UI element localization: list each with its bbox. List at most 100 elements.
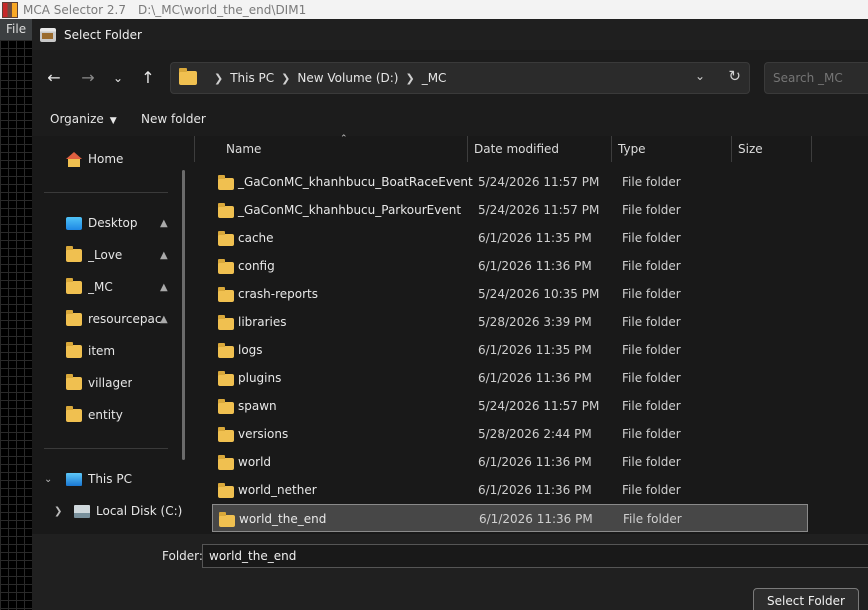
nav-this-pc[interactable]: ⌄ This PC bbox=[32, 464, 180, 494]
home-icon bbox=[66, 151, 82, 167]
nav-quick-desktop[interactable]: Desktop ▲ bbox=[32, 208, 180, 238]
table-row[interactable]: crash-reports 5/24/2026 10:35 PM File fo… bbox=[212, 280, 808, 308]
search-input[interactable] bbox=[764, 62, 868, 94]
app-logo-icon bbox=[2, 1, 18, 18]
table-row[interactable]: versions 5/28/2026 2:44 PM File folder bbox=[212, 420, 808, 448]
nav-local-disk[interactable]: ❯ Local Disk (C:) bbox=[32, 496, 194, 526]
caret-down-icon: ▼ bbox=[109, 116, 117, 126]
file-date: 5/24/2026 11:57 PM bbox=[478, 175, 600, 189]
nav-quick-villager[interactable]: villager bbox=[32, 368, 180, 398]
file-date: 6/1/2026 11:36 PM bbox=[478, 371, 592, 385]
column-header-date[interactable]: Date modified bbox=[474, 136, 559, 162]
column-divider[interactable] bbox=[731, 136, 732, 162]
file-date: 6/1/2026 11:36 PM bbox=[478, 455, 592, 469]
file-name: plugins bbox=[238, 371, 282, 385]
file-name: logs bbox=[238, 343, 263, 357]
nav-quick-resourcepack[interactable]: resourcepack: ▲ bbox=[32, 304, 180, 334]
forward-button[interactable]: → bbox=[74, 64, 102, 92]
organize-button[interactable]: Organize ▼ bbox=[50, 112, 117, 126]
nav-quick-entity[interactable]: entity bbox=[32, 400, 180, 430]
file-type: File folder bbox=[622, 455, 681, 469]
breadcrumb-this-pc[interactable]: This PC bbox=[230, 71, 274, 85]
file-date: 5/24/2026 11:57 PM bbox=[478, 203, 600, 217]
folder-icon bbox=[218, 203, 234, 218]
address-bar[interactable]: ❯ This PC ❯ New Volume (D:) ❯ _MC ⌄ ↻ bbox=[170, 62, 750, 94]
file-type: File folder bbox=[622, 203, 681, 217]
folder-icon bbox=[219, 512, 235, 527]
breadcrumb-mc[interactable]: _MC bbox=[422, 71, 447, 85]
table-row-selected[interactable]: world_the_end 6/1/2026 11:36 PM File fol… bbox=[212, 504, 808, 532]
table-row[interactable]: world 6/1/2026 11:36 PM File folder bbox=[212, 448, 808, 476]
breadcrumb-new-volume[interactable]: New Volume (D:) bbox=[297, 71, 398, 85]
file-name: libraries bbox=[238, 315, 287, 329]
folder-icon bbox=[218, 399, 234, 414]
folder-icon bbox=[218, 231, 234, 246]
folder-icon bbox=[218, 287, 234, 302]
table-row[interactable]: spawn 5/24/2026 11:57 PM File folder bbox=[212, 392, 808, 420]
map-canvas[interactable] bbox=[0, 40, 32, 610]
file-date: 6/1/2026 11:36 PM bbox=[478, 483, 592, 497]
nav-scrollbar[interactable] bbox=[182, 170, 185, 460]
column-header-type[interactable]: Type bbox=[618, 136, 646, 162]
file-type: File folder bbox=[622, 315, 681, 329]
folder-icon bbox=[66, 405, 82, 422]
folder-icon bbox=[218, 175, 234, 190]
folder-icon bbox=[66, 309, 82, 326]
folder-icon bbox=[179, 68, 197, 85]
table-row[interactable]: logs 6/1/2026 11:35 PM File folder bbox=[212, 336, 808, 364]
pin-icon[interactable]: ▲ bbox=[160, 282, 168, 293]
column-divider[interactable] bbox=[467, 136, 468, 162]
table-row[interactable]: cache 6/1/2026 11:35 PM File folder bbox=[212, 224, 808, 252]
nav-item-label: villager bbox=[88, 376, 133, 390]
refresh-icon[interactable]: ↻ bbox=[728, 67, 741, 85]
nav-quick-item[interactable]: item bbox=[32, 336, 180, 366]
column-header-name[interactable]: Name bbox=[226, 136, 261, 162]
pin-icon[interactable]: ▲ bbox=[160, 314, 168, 325]
chevron-right-icon: ❯ bbox=[281, 71, 291, 85]
table-row[interactable]: plugins 6/1/2026 11:36 PM File folder bbox=[212, 364, 808, 392]
dialog-title: Select Folder bbox=[64, 27, 142, 42]
column-divider[interactable] bbox=[811, 136, 812, 162]
nav-home[interactable]: Home bbox=[32, 144, 180, 174]
chevron-right-icon[interactable]: ❯ bbox=[54, 506, 62, 517]
new-folder-button[interactable]: New folder bbox=[141, 112, 206, 126]
column-divider[interactable] bbox=[611, 136, 612, 162]
table-row[interactable]: config 6/1/2026 11:36 PM File folder bbox=[212, 252, 808, 280]
column-header-size[interactable]: Size bbox=[738, 136, 763, 162]
address-dropdown-icon[interactable]: ⌄ bbox=[695, 69, 705, 83]
chevron-down-icon: ⌄ bbox=[112, 71, 124, 85]
file-date: 6/1/2026 11:36 PM bbox=[478, 259, 592, 273]
nav-quick-mc[interactable]: _MC ▲ bbox=[32, 272, 180, 302]
nav-quick-love[interactable]: _Love ▲ bbox=[32, 240, 180, 270]
table-row[interactable]: libraries 5/28/2026 3:39 PM File folder bbox=[212, 308, 808, 336]
navigation-pane: Home Desktop ▲ _Love ▲ _MC ▲ resourcepac… bbox=[32, 136, 194, 534]
nav-item-label: Desktop bbox=[88, 216, 138, 230]
recent-locations-button[interactable]: ⌄ bbox=[104, 64, 132, 92]
pin-icon[interactable]: ▲ bbox=[160, 218, 168, 229]
organize-label: Organize bbox=[50, 112, 104, 126]
folder-icon bbox=[218, 455, 234, 470]
pin-icon[interactable]: ▲ bbox=[160, 250, 168, 261]
select-folder-button[interactable]: Select Folder bbox=[753, 588, 859, 610]
file-date: 5/28/2026 2:44 PM bbox=[478, 427, 592, 441]
file-name: _GaConMC_khanhbucu_BoatRaceEvent bbox=[238, 175, 473, 189]
table-row[interactable]: _GaConMC_khanhbucu_ParkourEvent 5/24/202… bbox=[212, 196, 808, 224]
back-button[interactable]: ← bbox=[40, 64, 68, 92]
folder-icon bbox=[66, 341, 82, 358]
folder-label: Folder: bbox=[162, 549, 203, 563]
nav-this-pc-label: This PC bbox=[88, 472, 132, 486]
folder-icon bbox=[66, 277, 82, 294]
table-row[interactable]: world_nether 6/1/2026 11:36 PM File fold… bbox=[212, 476, 808, 504]
folder-name-input[interactable] bbox=[202, 544, 868, 568]
table-row[interactable]: _GaConMC_khanhbucu_BoatRaceEvent 5/24/20… bbox=[212, 168, 808, 196]
folder-icon bbox=[66, 245, 82, 262]
menu-file[interactable]: File bbox=[0, 19, 32, 40]
app-titlebar: MCA Selector 2.7 D:\_MC\world_the_end\DI… bbox=[0, 0, 868, 19]
file-type: File folder bbox=[622, 287, 681, 301]
nav-divider bbox=[44, 448, 168, 449]
file-type: File folder bbox=[622, 343, 681, 357]
folder-icon bbox=[66, 373, 82, 390]
up-button[interactable]: ↑ bbox=[134, 64, 162, 92]
file-type: File folder bbox=[622, 483, 681, 497]
chevron-down-icon[interactable]: ⌄ bbox=[44, 474, 52, 485]
